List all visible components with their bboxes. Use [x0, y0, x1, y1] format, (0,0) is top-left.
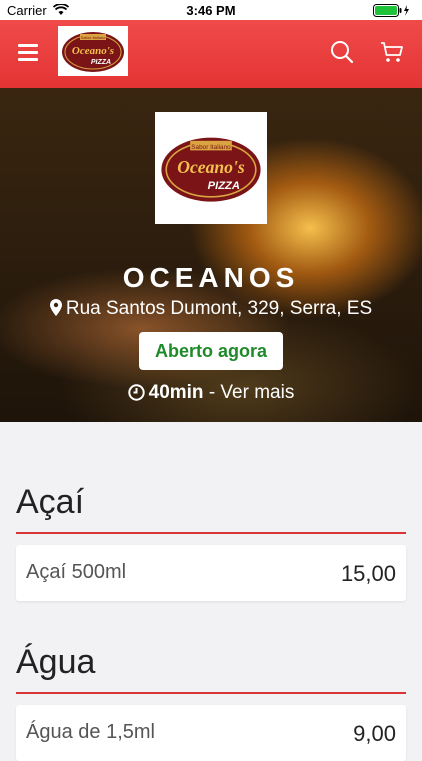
logo-wordmark: Oceano's	[72, 45, 114, 57]
clock: 3:46 PM	[186, 3, 236, 18]
delivery-time: 40min	[148, 382, 204, 403]
top-navbar: Sabor Italiano Oceano's PIZZA	[0, 20, 422, 88]
status-bar: Carrier 3:46 PM	[0, 0, 422, 20]
category-title: Açaí	[16, 483, 85, 521]
menu-item-price: 15,00	[340, 561, 396, 586]
battery-icon	[373, 4, 409, 17]
logo-image-large: Sabor Italiano Oceano's PIZZA	[161, 137, 261, 202]
logo-tagline: Sabor Italiano	[191, 144, 231, 151]
location-pin-icon	[49, 299, 62, 316]
restaurant-address: Rua Santos Dumont, 329, Serra, ES	[0, 298, 422, 320]
restaurant-logo-large: Sabor Italiano Oceano's PIZZA	[155, 112, 267, 224]
restaurant-header: Sabor Italiano Oceano's PIZZA OCEANOS Ru…	[0, 88, 422, 422]
restaurant-logo[interactable]: Sabor Italiano Oceano's PIZZA	[58, 26, 128, 76]
category-divider	[16, 692, 406, 694]
logo-wordmark: Oceano's	[177, 157, 245, 177]
menu-item-name: Açaí 500ml	[26, 561, 127, 583]
clock-icon	[127, 384, 145, 401]
see-more-link[interactable]: - Ver mais	[204, 382, 295, 403]
menu-item-name: Água de 1,5ml	[26, 721, 155, 743]
logo-subtext: PIZZA	[91, 59, 111, 66]
logo-subtext: PIZZA	[208, 180, 240, 192]
menu-icon[interactable]	[18, 44, 38, 62]
search-icon[interactable]	[330, 40, 354, 64]
menu-item[interactable]: Água de 1,5ml 9,00	[16, 705, 406, 761]
logo-image: Sabor Italiano Oceano's PIZZA	[62, 32, 124, 72]
category-title: Água	[16, 643, 96, 681]
logo-tagline: Sabor Italiano	[81, 35, 106, 40]
restaurant-name: OCEANOS	[122, 262, 300, 293]
menu-item[interactable]: Açaí 500ml 15,00	[16, 545, 406, 601]
address-text: Rua Santos Dumont, 329, Serra, ES	[65, 298, 373, 319]
open-status-badge: Aberto agora	[139, 332, 283, 370]
delivery-info[interactable]: 40min - Ver mais	[0, 382, 422, 404]
category-divider	[16, 532, 406, 534]
menu-item-price: 9,00	[353, 721, 396, 746]
cart-icon[interactable]	[380, 40, 404, 64]
